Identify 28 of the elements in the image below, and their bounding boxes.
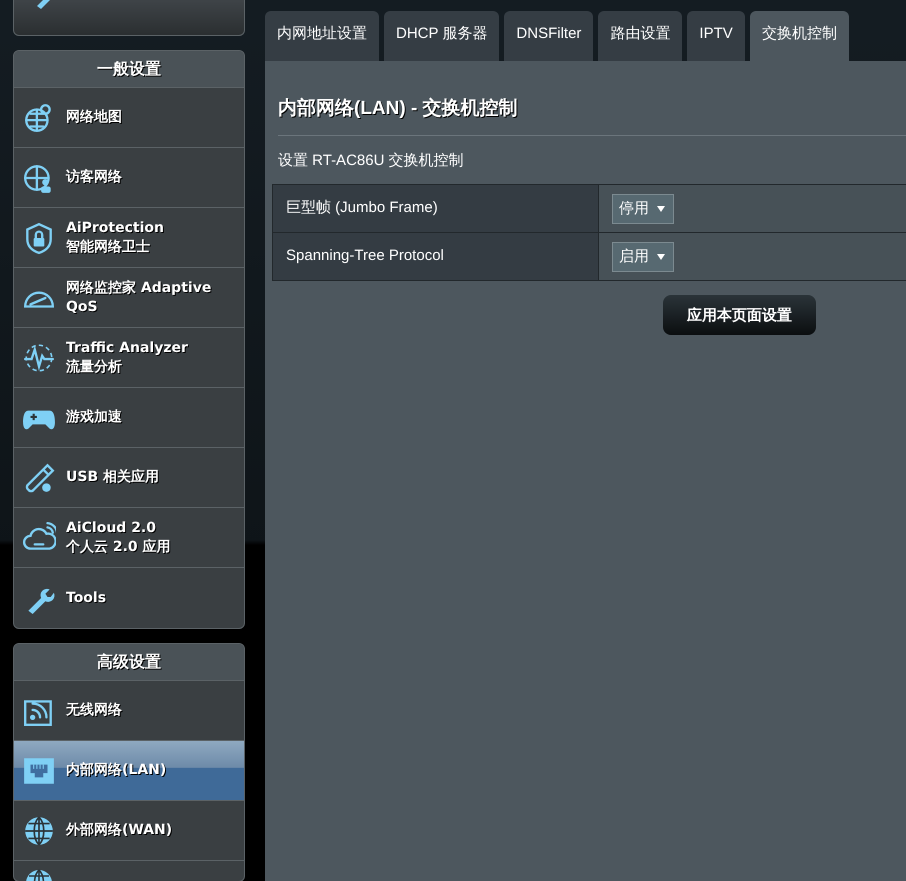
menu-item[interactable]: 游戏加速 [14, 388, 244, 448]
menu-item[interactable]: AiProtection 智能网络卫士 [14, 208, 244, 268]
menu-item[interactable]: 访客网络 [14, 148, 244, 208]
menu-item[interactable]: 网络地图 [14, 88, 244, 148]
caret-icon [657, 206, 665, 212]
tab[interactable]: 内网地址设置 [265, 11, 379, 61]
menu-item[interactable]: Traffic Analyzer 流量分析 [14, 328, 244, 388]
menu-item[interactable]: 网络监控家 Adaptive QoS [14, 268, 244, 328]
description-text: 设置 RT-AC86U 交换机控制 [278, 151, 465, 170]
apply-button[interactable]: 应用本页面设置 [663, 295, 816, 335]
section-title: 一般设置 [14, 51, 244, 88]
tab[interactable]: 路由设置 [598, 11, 682, 61]
menu-item[interactable]: Tools [14, 568, 244, 628]
tab[interactable]: 交换机控制 [750, 11, 849, 61]
menu-item[interactable]: USB 相关应用 [14, 448, 244, 508]
menu-item[interactable]: 外部网络(WAN) [14, 801, 244, 861]
dropdown[interactable]: 启用 [612, 242, 674, 272]
tab[interactable]: DHCP 服务器 [384, 11, 500, 61]
caret-icon [657, 254, 665, 260]
tab[interactable]: IPTV [687, 11, 745, 61]
menu-item[interactable]: 内部网络(LAN) [14, 741, 244, 801]
dropdown[interactable]: 停用 [612, 194, 674, 224]
setting-label: Spanning-Tree Protocol [273, 233, 599, 280]
menu-item[interactable]: AiCloud 2.0 个人云 2.0 应用 [14, 508, 244, 568]
page-title: 内部网络(LAN) - 交换机控制 [278, 96, 519, 121]
setting-label: 巨型帧 (Jumbo Frame) [273, 185, 599, 233]
tab[interactable]: DNSFilter [504, 11, 594, 61]
section-title: 高级设置 [14, 644, 244, 681]
